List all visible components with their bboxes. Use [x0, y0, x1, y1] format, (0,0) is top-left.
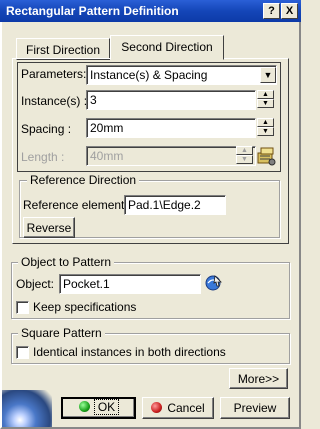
instances-spinner[interactable]: ▲ ▼ [257, 90, 274, 109]
decorative-globe [2, 390, 52, 427]
ok-dot-icon [78, 401, 90, 412]
reference-direction-title: Reference Direction [27, 173, 140, 187]
instances-value: 3 [90, 93, 97, 107]
length-input: 40mm [86, 146, 256, 166]
reference-element-field[interactable]: Pad.1\Edge.2 [124, 195, 226, 215]
square-pattern-title: Square Pattern [18, 326, 105, 340]
reference-element-value: Pad.1\Edge.2 [128, 198, 201, 212]
preview-button-label: Preview [233, 401, 277, 415]
spin-down-icon: ▼ [236, 155, 253, 164]
more-button[interactable]: More>> [229, 368, 288, 389]
preview-button[interactable]: Preview [220, 397, 290, 419]
object-value: Pocket.1 [63, 277, 110, 291]
spacing-input[interactable]: 20mm [86, 118, 256, 138]
keep-specifications-checkbox[interactable] [16, 301, 29, 314]
keep-specifications-label: Keep specifications [33, 300, 137, 314]
spacing-label: Spacing : [21, 122, 72, 136]
instances-label: Instance(s) : [21, 94, 88, 108]
help-icon: ? [268, 5, 275, 17]
spin-down-icon[interactable]: ▼ [257, 127, 274, 136]
spin-down-icon[interactable]: ▼ [257, 99, 274, 108]
length-label: Length : [21, 150, 65, 164]
parameters-label: Parameters: [21, 67, 87, 81]
reverse-button[interactable]: Reverse [23, 217, 75, 238]
measure-tool-icon[interactable] [255, 145, 277, 167]
more-button-label: More>> [237, 372, 280, 386]
close-icon: X [285, 5, 294, 17]
help-button[interactable]: ? [263, 3, 280, 19]
tab-second-direction[interactable]: Second Direction [110, 35, 224, 60]
spin-up-icon[interactable]: ▲ [257, 90, 274, 99]
cancel-button-label: Cancel [167, 401, 205, 415]
spacing-value: 20mm [90, 121, 124, 135]
tab-second-direction-label: Second Direction [121, 40, 213, 54]
tab-first-direction-label: First Direction [25, 43, 100, 57]
length-value: 40mm [90, 149, 124, 163]
spacing-spinner[interactable]: ▲ ▼ [257, 118, 274, 137]
reverse-button-label: Reverse [26, 221, 72, 235]
length-spinner: ▲ ▼ [236, 146, 253, 165]
titlebar: Rectangular Pattern Definition [0, 0, 301, 22]
ok-button-label: OK [93, 399, 120, 415]
close-button[interactable]: X [281, 3, 298, 19]
reference-element-label: Reference element: [23, 198, 128, 212]
dropdown-arrow-icon[interactable]: ▼ [260, 67, 276, 83]
spin-up-icon[interactable]: ▲ [257, 118, 274, 127]
cancel-button[interactable]: Cancel [142, 397, 214, 419]
identical-instances-label: Identical instances in both directions [33, 345, 226, 359]
instances-input[interactable]: 3 [86, 90, 256, 110]
window-title: Rectangular Pattern Definition [6, 4, 179, 18]
selection-icon[interactable] [204, 273, 224, 293]
cancel-dot-icon [151, 402, 163, 413]
tab-first-direction[interactable]: First Direction [16, 38, 110, 60]
object-label: Object: [16, 277, 55, 291]
identical-instances-checkbox[interactable] [16, 346, 29, 359]
parameters-value: Instance(s) & Spacing [90, 68, 208, 82]
spin-up-icon: ▲ [236, 146, 253, 155]
ok-button[interactable]: OK [61, 397, 136, 419]
object-to-pattern-title: Object to Pattern [18, 255, 115, 269]
parameters-select[interactable]: Instance(s) & Spacing [86, 65, 277, 85]
object-field[interactable]: Pocket.1 [59, 274, 201, 294]
